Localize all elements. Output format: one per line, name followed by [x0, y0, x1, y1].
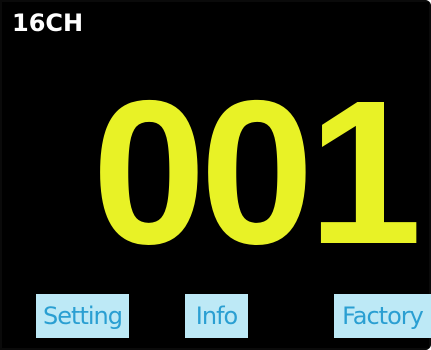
- channel-number-display: 001: [92, 58, 422, 287]
- setting-button[interactable]: Setting: [36, 294, 129, 338]
- factory-button[interactable]: Factory: [334, 294, 431, 338]
- display-screen: 16CH 001 Setting Info Factory: [0, 0, 431, 350]
- info-button[interactable]: Info: [185, 294, 248, 338]
- channel-count-label: 16CH: [12, 9, 84, 37]
